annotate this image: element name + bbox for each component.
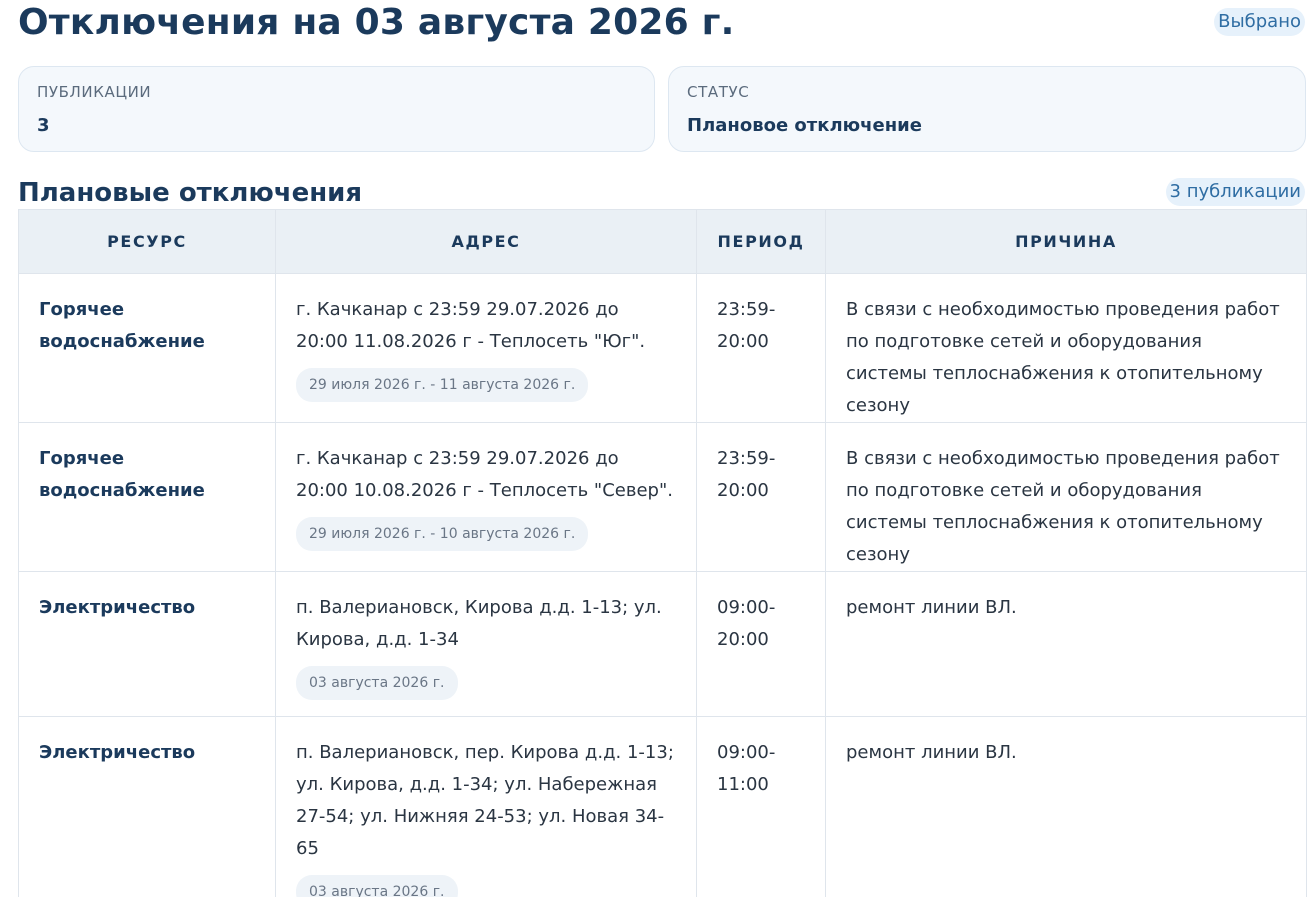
status-card: СТАТУС Плановое отключение — [668, 66, 1306, 152]
header-period: ПЕРИОД — [696, 209, 826, 274]
period-cell: 23:59-20:00 — [696, 273, 826, 423]
period-cell: 23:59-20:00 — [696, 422, 826, 572]
publications-count-link[interactable]: 3 публикации — [1165, 178, 1305, 206]
address-cell: п. Валериановск, пер. Кирова д.д. 1-13; … — [275, 716, 697, 897]
resource-cell: Горячее водоснабжение — [18, 273, 276, 423]
table-row: Горячее водоснабжение г. Качканар с 23:5… — [18, 422, 1307, 572]
table-row: Электричество п. Валериановск, Кирова д.… — [18, 571, 1307, 717]
reason-cell: ремонт линии ВЛ. — [825, 571, 1307, 717]
reason-cell: В связи с необходимостью проведения рабо… — [825, 273, 1307, 423]
header-address: АДРЕС — [275, 209, 697, 274]
address-cell: г. Качканар с 23:59 29.07.2026 до 20:00 … — [275, 273, 697, 423]
page-title: Отключения на 03 августа 2026 г. — [18, 2, 735, 43]
resource-cell: Электричество — [18, 571, 276, 717]
reason-cell: ремонт линии ВЛ. — [825, 716, 1307, 897]
address-text: п. Валериановск, пер. Кирова д.д. 1-13; … — [296, 742, 674, 859]
resource-cell: Горячее водоснабжение — [18, 422, 276, 572]
address-cell: п. Валериановск, Кирова д.д. 1-13; ул. К… — [275, 571, 697, 717]
reason-cell: В связи с необходимостью проведения рабо… — [825, 422, 1307, 572]
section-title: Плановые отключения — [18, 178, 363, 208]
status-value: Плановое отключение — [687, 115, 922, 136]
publications-label: ПУБЛИКАЦИИ — [37, 83, 152, 101]
selected-link[interactable]: Выбрано — [1214, 8, 1305, 36]
resource-cell: Электричество — [18, 716, 276, 897]
address-text: п. Валериановск, Кирова д.д. 1-13; ул. К… — [296, 597, 662, 650]
address-cell: г. Качканар с 23:59 29.07.2026 до 20:00 … — [275, 422, 697, 572]
address-text: г. Качканар с 23:59 29.07.2026 до 20:00 … — [296, 448, 673, 501]
date-range-badge: 29 июля 2026 г. - 11 августа 2026 г. — [296, 368, 589, 402]
period-cell: 09:00-20:00 — [696, 571, 826, 717]
table-row: Горячее водоснабжение г. Качканар с 23:5… — [18, 273, 1307, 423]
table-header-row: РЕСУРС АДРЕС ПЕРИОД ПРИЧИНА — [18, 209, 1307, 274]
header-resource: РЕСУРС — [18, 209, 276, 274]
address-text: г. Качканар с 23:59 29.07.2026 до 20:00 … — [296, 299, 646, 352]
period-cell: 09:00-11:00 — [696, 716, 826, 897]
header-reason: ПРИЧИНА — [825, 209, 1307, 274]
date-range-badge: 03 августа 2026 г. — [296, 875, 458, 897]
publications-value: 3 — [37, 115, 50, 136]
table-row: Электричество п. Валериановск, пер. Киро… — [18, 716, 1307, 897]
status-label: СТАТУС — [687, 83, 750, 101]
date-range-badge: 29 июля 2026 г. - 10 августа 2026 г. — [296, 517, 589, 551]
date-range-badge: 03 августа 2026 г. — [296, 666, 458, 700]
publications-card: ПУБЛИКАЦИИ 3 — [18, 66, 655, 152]
outages-table: РЕСУРС АДРЕС ПЕРИОД ПРИЧИНА Горячее водо… — [18, 209, 1307, 897]
